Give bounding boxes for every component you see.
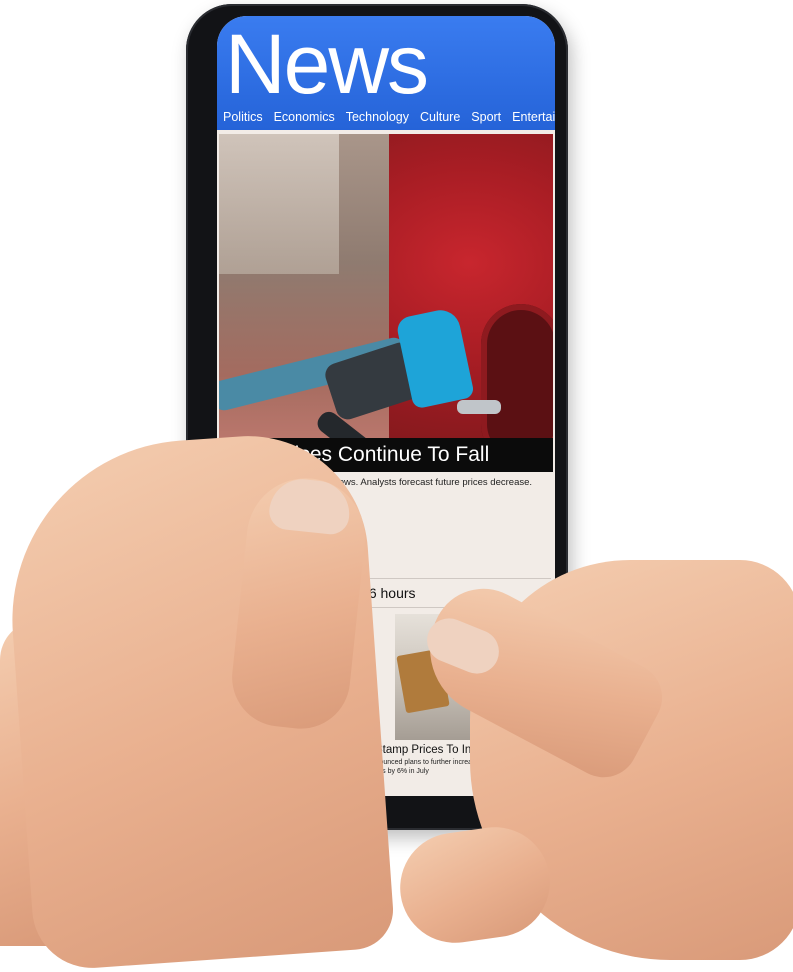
nav-item-entertainment[interactable]: Entertainment	[512, 110, 555, 124]
fuel-cap	[481, 304, 553, 456]
category-nav: Politics Economics Technology Culture Sp…	[223, 110, 555, 124]
nav-item-culture[interactable]: Culture	[420, 110, 460, 124]
app-header: News Politics Economics Technology Cultu…	[217, 16, 555, 130]
lead-story-image[interactable]	[219, 134, 553, 456]
app-logo: News	[225, 17, 429, 111]
nav-item-technology[interactable]: Technology	[346, 110, 409, 124]
nav-item-politics[interactable]: Politics	[223, 110, 263, 124]
nav-item-economics[interactable]: Economics	[274, 110, 335, 124]
nav-item-sport[interactable]: Sport	[471, 110, 501, 124]
